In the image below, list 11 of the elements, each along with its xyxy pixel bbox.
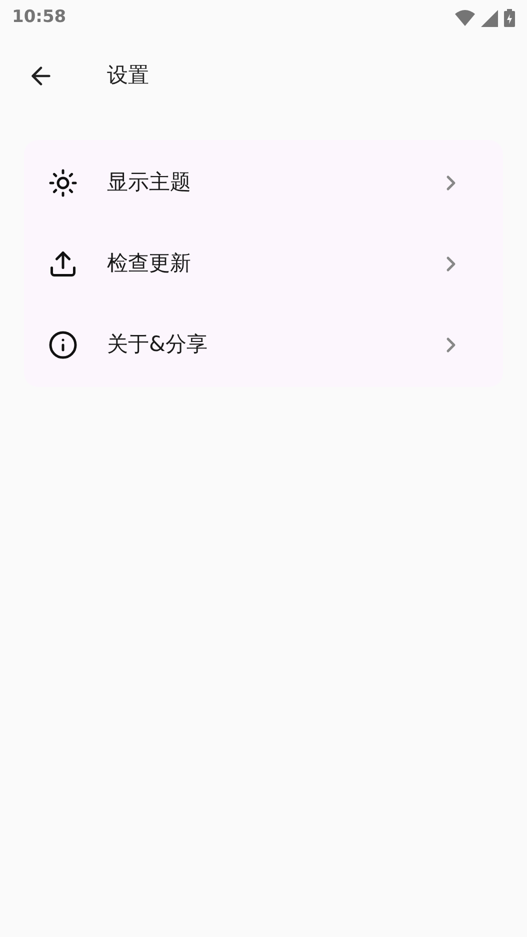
wifi-icon — [455, 10, 475, 26]
settings-item[interactable]: 检查更新 — [24, 223, 503, 304]
status-time: 10:58 — [12, 6, 66, 30]
page-title: 设置 — [107, 62, 149, 90]
settings-item[interactable]: 显示主题 — [24, 142, 503, 223]
upload-icon — [48, 248, 78, 278]
battery-icon — [504, 9, 515, 27]
settings-item[interactable]: 关于&分享 — [24, 304, 503, 385]
info-icon — [48, 330, 78, 360]
sun-icon — [48, 168, 78, 198]
signal-icon — [481, 10, 498, 26]
